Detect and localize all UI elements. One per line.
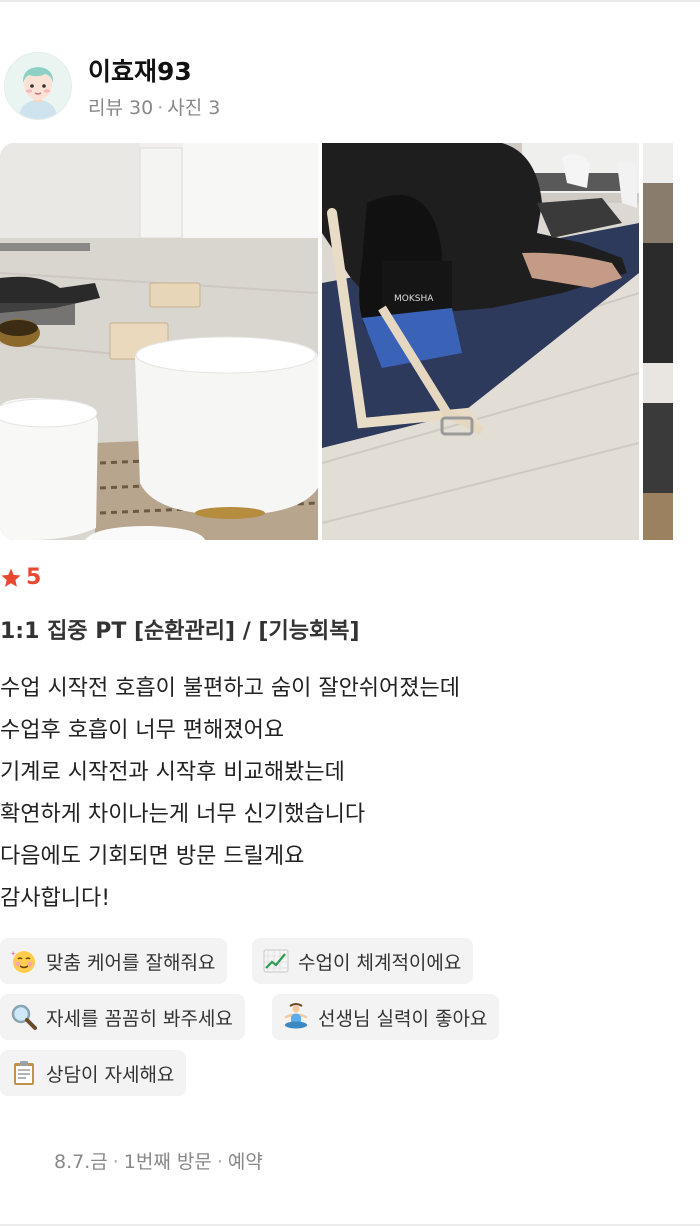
tag-label: 수업이 체계적이에요: [298, 951, 462, 974]
rating-value: 5: [26, 565, 42, 590]
user-name[interactable]: 이효재93: [88, 52, 192, 88]
review-line: 확연하게 차이나는게 너무 신기했습니다: [0, 802, 366, 827]
tag-instructor-skill[interactable]: 선생님 실력이 좋아요: [272, 994, 500, 1040]
visit-type: 예약: [227, 1151, 263, 1173]
photo-carousel[interactable]: MOKSHA: [0, 143, 700, 540]
user-meta: 리뷰 30 · 사진 3: [88, 93, 220, 120]
tag-label: 상담이 자세해요: [46, 1063, 175, 1086]
tag-detailed-consultation[interactable]: 상담이 자세해요: [0, 1050, 187, 1096]
rating: 5: [0, 565, 41, 590]
review-count: 리뷰 30: [88, 97, 154, 119]
person-meditating-icon: [282, 1003, 310, 1031]
review-line: 기계로 시작전과 시작후 비교해봤는데: [0, 760, 345, 785]
chart-increasing-icon: [262, 947, 290, 975]
tag-posture-check[interactable]: 자세를 꼼꼼히 봐주세요: [0, 994, 245, 1040]
review-line: 다음에도 기회되면 방문 드릴게요: [0, 844, 305, 869]
visit-count: 1번째 방문: [123, 1151, 212, 1173]
visit-info: 8.7.금 · 1번째 방문 · 예약: [54, 1147, 263, 1174]
tag-custom-care[interactable]: 맞춤 케어를 잘해줘요: [0, 938, 228, 984]
review-line: 수업 시작전 호흡이 불편하고 숨이 잘안쉬어졌는데: [0, 676, 461, 701]
magnifying-glass-icon: [10, 1003, 38, 1031]
mat-brand-label: MOKSHA: [394, 294, 434, 304]
review-line: 감사합니다!: [0, 886, 111, 911]
avatar[interactable]: [4, 52, 72, 120]
clipboard-icon: [10, 1059, 38, 1087]
smiling-face-icon: [10, 947, 38, 975]
separator: ·: [216, 1151, 223, 1173]
review-line: 수업후 호흡이 너무 편해졌어요: [0, 718, 285, 743]
tag-label: 선생님 실력이 좋아요: [318, 1007, 488, 1030]
tag-systematic-class[interactable]: 수업이 체계적이에요: [252, 938, 474, 984]
review-photo-2[interactable]: MOKSHA: [322, 143, 639, 540]
separator: ·: [157, 97, 164, 119]
product-title[interactable]: 1:1 집중 PT [순환관리] / [기능회복]: [0, 613, 360, 645]
photo-count: 사진 3: [167, 97, 221, 119]
avatar-illustration-icon: [5, 53, 71, 119]
review-body[interactable]: 수업 시작전 호흡이 불편하고 숨이 잘안쉬어졌는데 수업후 호흡이 너무 편해…: [0, 668, 690, 920]
star-icon: [1, 568, 21, 587]
visit-date: 8.7.금: [54, 1151, 108, 1173]
review-photo-3[interactable]: [643, 143, 673, 540]
review-photo-1[interactable]: [0, 143, 318, 540]
separator: ·: [112, 1151, 119, 1173]
tag-label: 맞춤 케어를 잘해줘요: [46, 951, 216, 974]
tag-label: 자세를 꼼꼼히 봐주세요: [46, 1007, 233, 1030]
top-divider: [0, 0, 700, 2]
